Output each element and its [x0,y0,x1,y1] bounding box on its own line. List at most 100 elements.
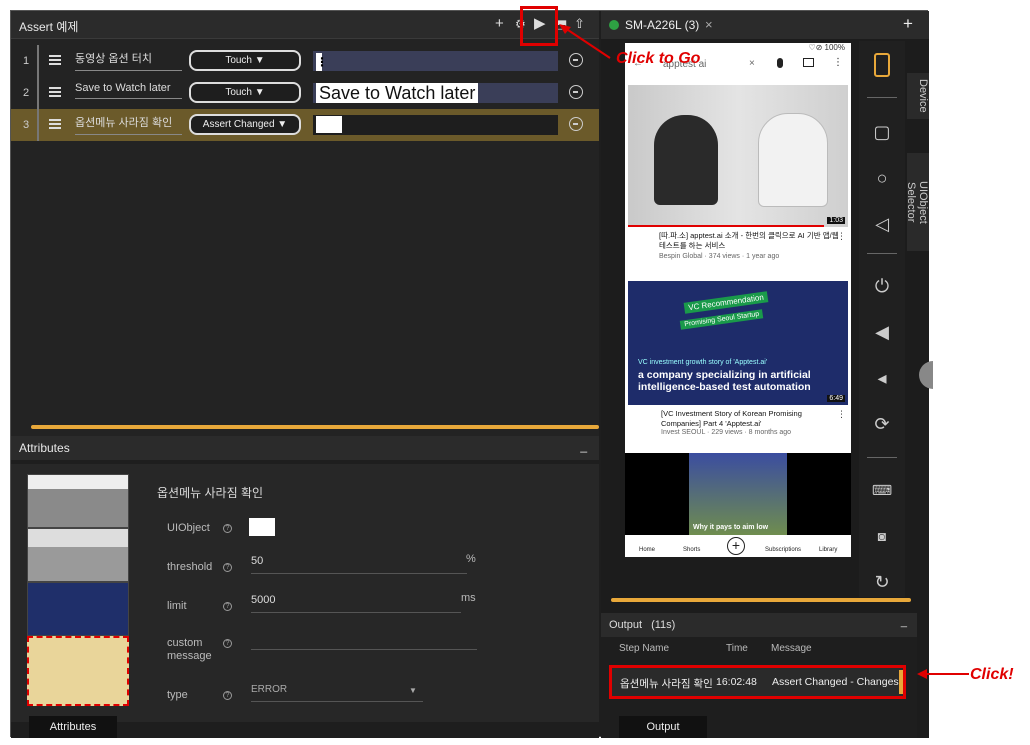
threshold-unit: % [466,553,476,565]
screenshot-thumbnail[interactable] [27,474,129,528]
add-device-button[interactable]: + [903,14,913,34]
video-title[interactable]: [VC Investment Story of Korean Promising… [661,409,831,429]
close-tab-icon[interactable]: × [705,17,713,32]
device-pane: SM-A226L (3) × + ♡⊘ 100% ← apptest ai × … [601,11,933,738]
attributes-panel: Attributes _ 옵션메뉴 사라짐 확인 UIObject ? thre… [11,436,599,738]
type-select[interactable]: ERROR [251,684,423,702]
clear-icon[interactable]: × [749,58,755,69]
help-icon[interactable]: ? [223,691,232,700]
annotation-click: Click! [970,666,1014,683]
screenshot-thumbnail-selected[interactable] [27,636,129,706]
limit-input[interactable]: 5000 [251,594,461,613]
shorts-area[interactable]: Why it pays to aim low [625,453,851,535]
help-icon[interactable]: ? [223,563,232,572]
uiobject-thumbnail[interactable] [249,518,275,536]
step-divider [37,77,39,109]
drag-handle-icon[interactable] [49,55,61,66]
threshold-input[interactable]: 50 [251,555,467,574]
minimize-button[interactable]: _ [580,439,587,453]
nav-home[interactable]: Home [639,547,655,553]
video-options-icon[interactable]: ⋮ [837,409,846,420]
step-action-dropdown[interactable]: Assert Changed ▼ [189,114,301,135]
video-options-icon[interactable]: ⋮ [837,231,846,242]
step-target-thumbnail [316,116,342,133]
shorts-caption: Why it pays to aim low [693,524,769,531]
more-icon[interactable]: ⋮ [833,57,843,68]
device-tab[interactable]: Device [907,73,929,119]
remove-step-icon[interactable] [569,85,583,99]
video-thumbnail[interactable]: VC Recommendation Promising Seoul Startu… [628,281,848,405]
collapse-handle[interactable] [919,361,933,389]
drag-handle-icon[interactable] [49,119,61,130]
chevron-down-icon[interactable]: ▼ [409,686,417,695]
output-tab[interactable]: Output [619,716,707,738]
video-title[interactable]: [따.파.소] apptest.ai 소개 - 한번의 클릭으로 AI 기반 앱… [659,231,839,251]
step-divider [37,109,39,141]
step-row[interactable]: 1 동영상 옵션 터치 Touch ▼ ⋮ [11,45,599,77]
device-tab-label[interactable]: SM-A226L (3) [625,18,699,32]
help-icon[interactable]: ? [223,639,232,648]
volume-up-icon[interactable]: ◀ [871,321,893,343]
drag-handle-icon[interactable] [49,87,61,98]
video-thumbnail[interactable]: 1:03 [628,85,848,227]
divider [867,253,897,254]
nav-shorts[interactable]: Shorts [683,547,700,553]
type-label: type [167,689,188,701]
attributes-tab[interactable]: Attributes [29,716,117,738]
horizontal-scrollbar[interactable] [31,425,599,429]
step-target-value[interactable]: Save to Watch later [313,83,558,103]
device-screen[interactable]: ♡⊘ 100% ← apptest ai × ⋮ 1:03 [따.파.소] ap… [625,43,851,557]
output-row[interactable]: 옵션메뉴 사라짐 확인 16:02:48 Assert Changed - Ch… [609,665,906,699]
attributes-header: Attributes _ [11,436,599,460]
attributes-title: Attributes [19,441,70,455]
add-step-button[interactable]: + [495,16,504,32]
attribute-step-title: 옵션메뉴 사라짐 확인 [157,486,264,500]
divider [867,97,897,98]
step-target-value[interactable]: ⋮ [313,51,558,71]
step-list: 1 동영상 옵션 터치 Touch ▼ ⋮ 2 Save to Watch la… [11,45,599,141]
volume-down-icon[interactable]: ◂ [871,367,893,389]
square-icon[interactable]: ▢ [871,121,893,143]
step-action-dropdown[interactable]: Touch ▼ [189,50,301,71]
step-number: 2 [23,87,30,99]
uiobject-selector-tab[interactable]: UIObject Selector [905,153,929,251]
minimize-button[interactable]: _ [901,616,907,628]
arrow-annotation [917,669,969,679]
custom-message-input[interactable] [251,634,477,650]
camera-icon[interactable]: ◙ [871,525,893,547]
step-target-value[interactable] [313,115,558,135]
bottom-nav: Home Shorts + Subscriptions Library [625,535,851,557]
add-icon[interactable]: + [727,537,745,555]
step-action-dropdown[interactable]: Touch ▼ [189,82,301,103]
home-circle-icon[interactable]: ○ [871,167,893,189]
screenshot-thumbnail[interactable] [27,582,129,636]
shorts-thumbnail[interactable]: Why it pays to aim low [689,453,787,535]
row-time: 16:02:48 [716,676,757,688]
thumbnail-headline: a company specializing in artificial int… [638,369,811,393]
cast-icon[interactable] [803,58,814,67]
duration-badge: 6:49 [827,395,845,402]
back-triangle-icon[interactable]: ◁ [871,213,893,235]
step-row[interactable]: 2 Save to Watch later Touch ▼ Save to Wa… [11,77,599,109]
screen-mode-icon[interactable] [874,53,890,77]
step-name[interactable]: 동영상 옵션 터치 [75,50,182,71]
screenshot-thumbnail[interactable] [27,528,129,582]
rotate-icon[interactable]: ⟳ [871,413,893,435]
help-icon[interactable]: ? [223,524,232,533]
keyboard-icon[interactable]: ⌨ [871,479,893,501]
col-time: Time [726,643,748,654]
remove-step-icon[interactable] [569,117,583,131]
mic-icon[interactable] [777,58,783,68]
step-row-selected[interactable]: 3 옵션메뉴 사라짐 확인 Assert Changed ▼ [11,109,599,141]
horizontal-scrollbar[interactable] [611,598,911,602]
nav-subscriptions[interactable]: Subscriptions [765,547,801,553]
help-icon[interactable]: ? [223,602,232,611]
refresh-icon[interactable]: ↻ [871,571,893,593]
vertical-scrollbar[interactable] [899,670,903,694]
device-control-bar: ▢ ○ ◁ ⏻ ◀ ◂ ⟳ ⌨ ◙ ↻ [859,41,905,597]
nav-library[interactable]: Library [819,547,837,553]
power-icon[interactable]: ⏻ [871,275,893,297]
row-message: Assert Changed - Changes det [772,676,906,688]
step-name[interactable]: 옵션메뉴 사라짐 확인 [75,114,182,135]
step-name[interactable]: Save to Watch later [75,82,182,99]
